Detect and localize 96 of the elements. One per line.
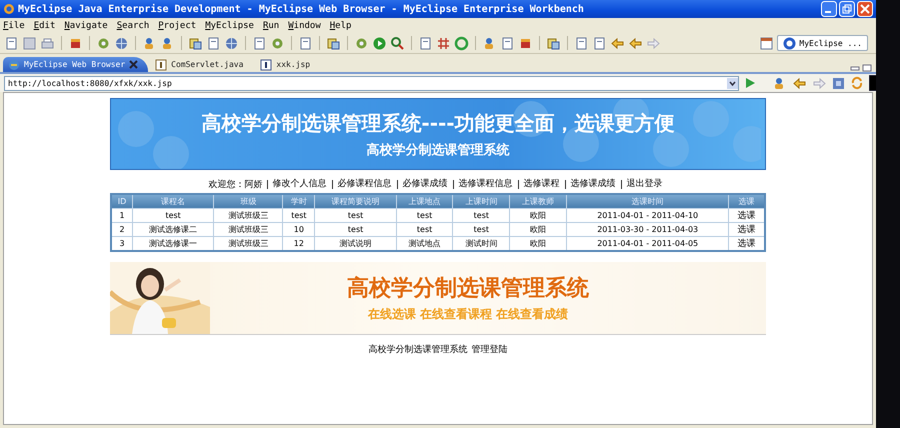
- table-cell: test: [314, 222, 396, 236]
- minimize-button[interactable]: [821, 1, 837, 17]
- table-cell: 欧阳: [510, 222, 566, 236]
- documents-icon[interactable]: [546, 36, 561, 50]
- column-header: 上课地点: [396, 194, 453, 208]
- admin-login-link[interactable]: 管理登陆: [472, 343, 508, 356]
- nav-link[interactable]: 选修课程信息: [452, 180, 518, 189]
- menu-item[interactable]: Window: [288, 20, 321, 30]
- page-icon[interactable]: [4, 36, 19, 50]
- select-link[interactable]: 选课: [728, 208, 765, 222]
- table-cell: 测试班级三: [214, 222, 283, 236]
- column-header: 课程名: [132, 194, 214, 208]
- table-cell: 1: [111, 208, 133, 222]
- column-header: 班级: [214, 194, 283, 208]
- menu-item[interactable]: File: [3, 20, 25, 30]
- minimize-view-icon[interactable]: [850, 64, 860, 72]
- column-header: 上课时间: [452, 194, 510, 208]
- nav-link[interactable]: 退出登录: [620, 180, 668, 189]
- gear-icon[interactable]: [354, 36, 369, 50]
- page-icon[interactable]: [574, 36, 589, 50]
- table-cell: test: [132, 208, 214, 222]
- menu-item[interactable]: MyEclipse: [205, 20, 254, 30]
- table-cell: test: [282, 208, 315, 222]
- table-cell: 2011-04-01 - 2011-04-10: [566, 208, 729, 222]
- nav-link[interactable]: 选修课程: [518, 180, 564, 189]
- menu-item[interactable]: Project: [158, 20, 196, 30]
- select-link[interactable]: 选课: [728, 222, 765, 236]
- nav-link[interactable]: 必修课成绩: [396, 180, 452, 189]
- table-cell: test: [452, 222, 510, 236]
- nav-link[interactable]: 选修课成绩: [564, 180, 620, 189]
- menu-item[interactable]: Help: [330, 20, 352, 30]
- grid-icon[interactable]: [436, 36, 451, 50]
- perspective-icon[interactable]: [759, 36, 774, 50]
- table-cell: 欧阳: [510, 208, 566, 222]
- table-cell: 测试班级三: [214, 208, 283, 222]
- table-cell: test: [314, 208, 396, 222]
- search-icon[interactable]: [390, 36, 405, 50]
- file-icon: [155, 58, 168, 70]
- page-icon[interactable]: [298, 36, 313, 50]
- stop-icon[interactable]: [832, 76, 845, 90]
- arrow-left-icon[interactable]: [792, 76, 807, 90]
- promo-tagline: 在线选课 在线查看课程 在线查看成绩: [368, 306, 568, 323]
- run-icon[interactable]: [372, 36, 387, 50]
- table-cell: 2011-03-30 - 2011-04-03: [566, 222, 729, 236]
- page-icon[interactable]: [252, 36, 267, 50]
- footer-text: 高校学分制选课管理系统: [368, 344, 468, 356]
- menu-item[interactable]: Search: [116, 20, 150, 30]
- editor-tab[interactable]: MyEclipse Web Browser: [3, 57, 148, 72]
- documents-icon[interactable]: [326, 36, 341, 50]
- page-icon[interactable]: [500, 36, 515, 50]
- column-header: ID: [111, 194, 133, 208]
- file-icon: [260, 58, 272, 70]
- menu-item[interactable]: Run: [262, 20, 280, 30]
- menu-item[interactable]: Navigate: [64, 20, 108, 30]
- table-cell: test: [396, 208, 453, 222]
- restore-button[interactable]: [839, 1, 855, 17]
- go-icon[interactable]: [744, 77, 756, 89]
- column-header: 上课教师: [510, 194, 566, 208]
- close-button[interactable]: [857, 1, 873, 17]
- promo-title: 高校学分制选课管理系统: [347, 274, 589, 303]
- printer-icon[interactable]: [40, 36, 55, 50]
- perspective-button[interactable]: MyEclipse ...: [777, 35, 868, 51]
- editor-tab[interactable]: xxk.jsp: [255, 57, 320, 72]
- arrow-left-icon[interactable]: [610, 36, 625, 50]
- welcome-text: 欢迎您：阿娇: [208, 178, 262, 191]
- column-header: 选课: [728, 194, 765, 208]
- close-icon[interactable]: [129, 60, 138, 69]
- table-cell: test: [452, 208, 510, 222]
- page-icon[interactable]: [418, 36, 433, 50]
- table-cell: 2: [111, 222, 133, 236]
- arrow-left-icon[interactable]: [628, 36, 643, 50]
- column-header: 课程简要说明: [314, 194, 396, 208]
- dropdown-icon[interactable]: [727, 78, 738, 88]
- refresh-icon[interactable]: [850, 76, 864, 90]
- circle-icon[interactable]: [454, 36, 469, 50]
- table-cell: 测试选修课二: [132, 222, 214, 236]
- column-header: 选课时间: [566, 194, 729, 208]
- page-icon[interactable]: [592, 36, 607, 50]
- nav-link[interactable]: 修改个人信息: [266, 180, 332, 189]
- banner-title: 高校学分制选课管理系统----功能更全面，选课更方便: [201, 110, 675, 136]
- editor-tab[interactable]: ComServlet.java: [150, 57, 254, 72]
- address-field[interactable]: http://localhost:8080/xfxk/xxk.jsp: [4, 76, 739, 90]
- documents-icon[interactable]: [188, 36, 203, 50]
- banner-subtitle: 高校学分制选课管理系统: [366, 142, 510, 158]
- gear-icon[interactable]: [96, 36, 111, 50]
- table-cell: test: [396, 222, 453, 236]
- page-icon[interactable]: [206, 36, 221, 50]
- column-header: 学时: [282, 194, 315, 208]
- maximize-view-icon[interactable]: [862, 64, 872, 72]
- nav-link[interactable]: 必修课程信息: [332, 180, 396, 189]
- menu-item[interactable]: Edit: [34, 20, 56, 30]
- app-icon: [3, 3, 15, 15]
- myeclipse-icon: [783, 36, 796, 50]
- table-cell: 10: [282, 222, 315, 236]
- window-title: MyEclipse Java Enterprise Development - MyEclipse Web Browser - MyEclipse Enterprise Workbench: [18, 4, 585, 14]
- gear-icon[interactable]: [270, 36, 285, 50]
